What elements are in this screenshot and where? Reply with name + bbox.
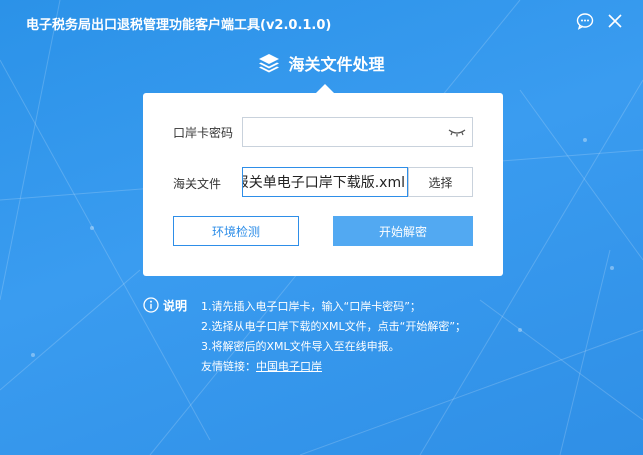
close-button[interactable] [604,10,626,32]
instructions-title: 说明 [163,298,188,313]
section-heading: 海关文件处理 [0,48,643,78]
form-panel: 口岸卡密码 海关文件 报关单电子口岸下载版.xml 选择 环境检测 开始解密 [143,93,503,276]
friendly-links: 友情链接：中国电子口岸 [201,358,322,374]
password-input[interactable] [242,117,473,147]
layers-icon [259,54,280,73]
start-decrypt-button[interactable]: 开始解密 [333,216,473,246]
chat-icon [576,13,594,30]
file-path-input[interactable]: 报关单电子口岸下载版.xml [242,167,408,197]
file-label: 海关文件 [173,177,222,191]
instruction-line-3: 3.将解密后的XML文件导入至在线申报。 [201,340,400,353]
eye-closed-icon[interactable] [448,127,466,137]
select-file-button[interactable]: 选择 [408,167,473,197]
panel-pointer [316,84,334,93]
instructions-header: 说明 [143,296,203,314]
info-icon [143,297,159,313]
env-check-button[interactable]: 环境检测 [173,216,299,246]
password-label: 口岸卡密码 [173,126,234,140]
china-eport-link[interactable]: 中国电子口岸 [256,360,322,373]
close-icon [608,14,622,28]
title-bar: 电子税务局出口退税管理功能客户端工具(v2.0.1.0) [0,0,643,44]
section-title: 海关文件处理 [288,55,385,74]
chat-button[interactable] [574,10,596,32]
file-path-value: 报关单电子口岸下载版.xml [242,175,405,191]
instruction-line-2: 2.选择从电子口岸下载的XML文件，点击“开始解密”； [201,320,467,333]
instruction-line-1: 1.请先插入电子口岸卡，输入“口岸卡密码”； [201,300,421,313]
friendly-links-label: 友情链接： [201,360,256,373]
app-title: 电子税务局出口退税管理功能客户端工具(v2.0.1.0) [26,18,332,33]
